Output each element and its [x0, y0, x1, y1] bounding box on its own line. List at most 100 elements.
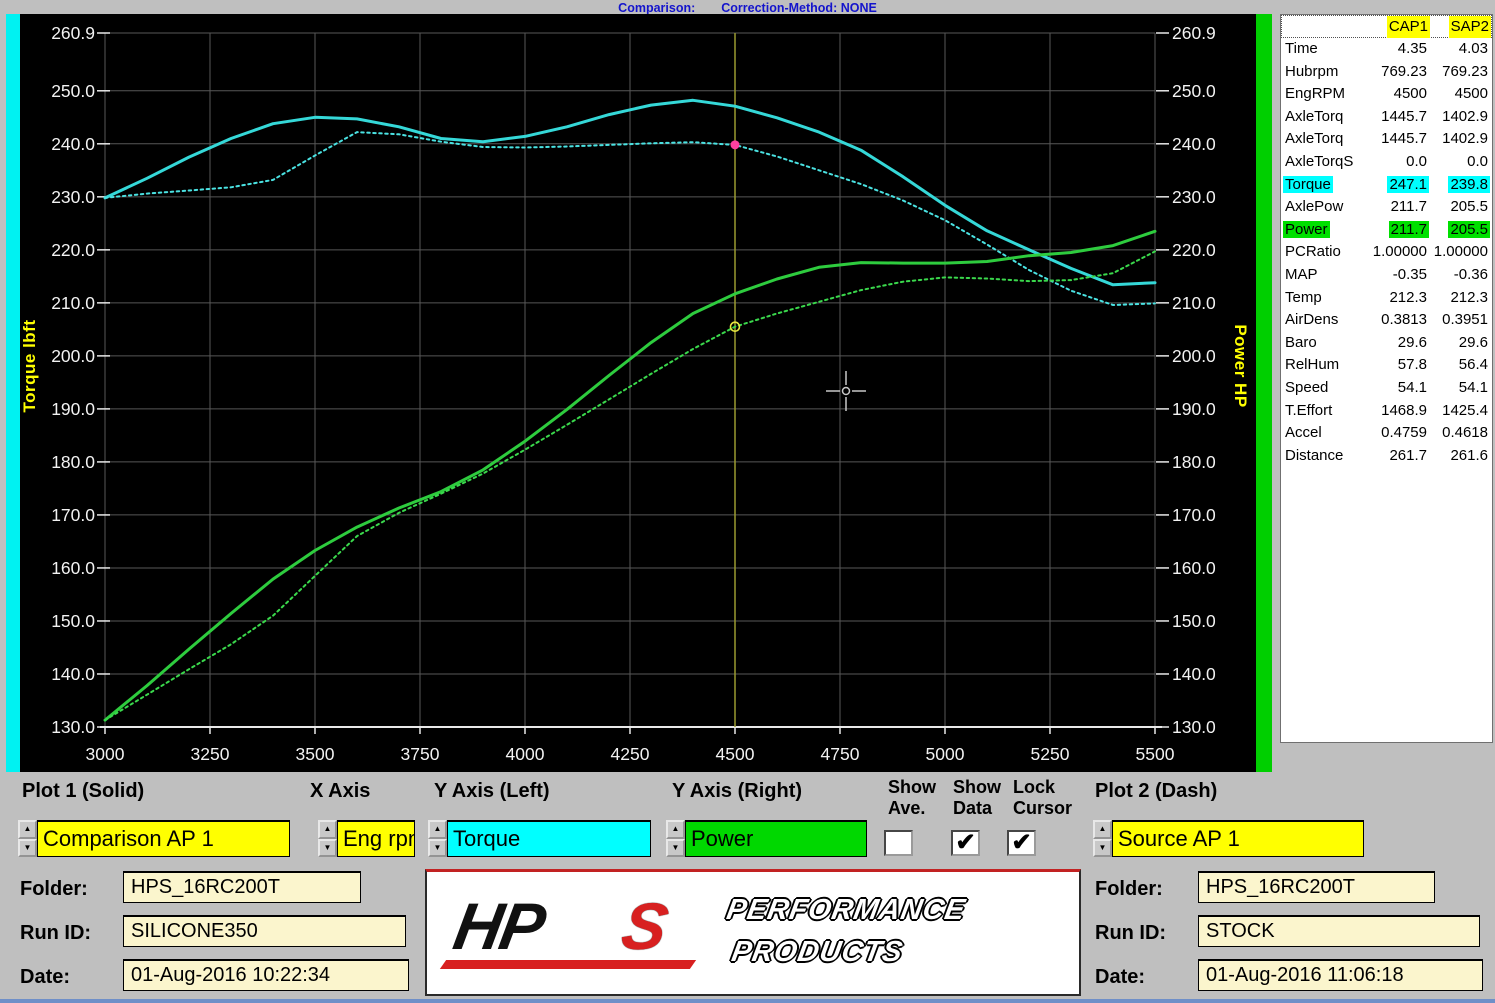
panel-row-value: 56.4	[1429, 354, 1490, 377]
yaxis-right-selector: ▲ ▼ Power	[666, 820, 867, 857]
panel-row-value: 0.0	[1429, 151, 1490, 174]
runid-field-right[interactable]: STOCK	[1198, 915, 1480, 947]
panel-row-value: 1.00000	[1429, 241, 1490, 264]
panel-row-value: 0.0	[1365, 151, 1429, 174]
folder-field-right[interactable]: HPS_16RC200T	[1198, 871, 1435, 903]
panel-row-value: 1445.7	[1365, 128, 1429, 151]
panel-row: Baro29.629.6	[1281, 332, 1492, 355]
y-tick-label-right: 260.9	[1172, 23, 1216, 43]
x-tick-label: 3500	[296, 744, 335, 764]
plot1-field[interactable]: Comparison AP 1	[37, 820, 290, 857]
yaxis-right-field[interactable]: Power	[685, 820, 867, 857]
spinner-down-icon[interactable]: ▼	[318, 839, 337, 858]
panel-row-label: EngRPM	[1281, 83, 1365, 106]
panel-row: RelHum57.856.4	[1281, 354, 1492, 377]
panel-row-value: 1425.4	[1429, 400, 1490, 423]
panel-header-blank	[1282, 16, 1366, 38]
y-tick-label-left: 140.0	[51, 664, 95, 684]
x-tick-label: 5000	[926, 744, 965, 764]
plot2-spinner: ▲ ▼	[1093, 820, 1112, 857]
panel-row: Torque247.1239.8	[1281, 174, 1492, 197]
spinner-down-icon[interactable]: ▼	[428, 839, 447, 858]
spinner-down-icon[interactable]: ▼	[18, 839, 37, 858]
show-data-checkbox[interactable]: ✔	[951, 830, 980, 856]
spinner-up-icon[interactable]: ▲	[428, 820, 447, 839]
y-tick-label-right: 150.0	[1172, 611, 1216, 631]
runid-field-left[interactable]: SILICONE350	[123, 915, 406, 947]
panel-row-value: 0.4618	[1429, 422, 1490, 445]
runid-label-left: Run ID:	[20, 922, 91, 945]
title-bar: Comparison: Correction-Method: NONE	[0, 0, 1495, 15]
window-bottom-edge	[0, 999, 1495, 1003]
spinner-up-icon[interactable]: ▲	[666, 820, 685, 839]
y-tick-label-left: 210.0	[51, 293, 95, 313]
panel-header-cap1: CAP1	[1387, 16, 1430, 38]
panel-row-value: 1445.7	[1365, 106, 1429, 129]
spinner-down-icon[interactable]: ▼	[1093, 839, 1112, 858]
panel-row: MAP-0.35-0.36	[1281, 264, 1492, 287]
panel-row-value: 212.3	[1365, 287, 1429, 310]
hps-logo: HP S PERFORMANCE PRODUCTS	[425, 869, 1081, 996]
y-tick-label-left: 150.0	[51, 611, 95, 631]
panel-row: Speed54.154.1	[1281, 377, 1492, 400]
y-tick-label-right: 250.0	[1172, 81, 1216, 101]
spinner-down-icon[interactable]: ▼	[666, 839, 685, 858]
y-tick-label-left: 170.0	[51, 505, 95, 525]
x-tick-label: 4500	[716, 744, 755, 764]
panel-row: AxleTorqS0.00.0	[1281, 151, 1492, 174]
panel-row-label: RelHum	[1281, 354, 1365, 377]
spinner-up-icon[interactable]: ▲	[318, 820, 337, 839]
show-data-label: ShowData	[953, 777, 1001, 819]
yaxis-left-spinner: ▲ ▼	[428, 820, 447, 857]
panel-row-value: 0.4759	[1365, 422, 1429, 445]
hps-logo-hp-text: HP	[448, 888, 549, 964]
date-field-left[interactable]: 01-Aug-2016 10:22:34	[123, 959, 409, 991]
y-tick-label-left: 180.0	[51, 452, 95, 472]
panel-row-label: Temp	[1281, 287, 1365, 310]
panel-row-value: 54.1	[1365, 377, 1429, 400]
panel-row-label: Baro	[1281, 332, 1365, 355]
panel-row-value: 4500	[1429, 83, 1490, 106]
panel-row-label: PCRatio	[1281, 241, 1365, 264]
panel-row-value: 211.7	[1365, 219, 1429, 242]
comparison-title: Comparison:	[618, 1, 695, 15]
panel-row: Distance261.7261.6	[1281, 445, 1492, 468]
y-tick-label-left: 250.0	[51, 81, 95, 101]
y-tick-label-right: 220.0	[1172, 240, 1216, 260]
dyno-chart[interactable]: 3000325035003750400042504500475050005250…	[0, 14, 1275, 772]
panel-header-sap2: SAP2	[1449, 16, 1491, 38]
correction-method-title: Correction-Method: NONE	[721, 1, 877, 15]
x-tick-label: 3250	[191, 744, 230, 764]
panel-row-label: AxlePow	[1281, 196, 1365, 219]
cursor-torque-marker	[731, 140, 740, 149]
panel-row-value: 247.1	[1365, 174, 1429, 197]
panel-row-label: Speed	[1281, 377, 1365, 400]
xaxis-label: X Axis	[310, 780, 370, 803]
panel-row-value: 0.3951	[1429, 309, 1490, 332]
plot2-field[interactable]: Source AP 1	[1112, 820, 1364, 857]
show-ave-label: ShowAve.	[888, 777, 936, 819]
panel-row-value: 1468.9	[1365, 400, 1429, 423]
panel-row-value: 4.03	[1429, 38, 1490, 61]
yaxis-left-field[interactable]: Torque	[447, 820, 651, 857]
y-tick-label-right: 160.0	[1172, 558, 1216, 578]
xaxis-field[interactable]: Eng rpm	[337, 820, 415, 857]
x-tick-label: 3000	[86, 744, 125, 764]
panel-row: Time4.354.03	[1281, 38, 1492, 61]
panel-header-row: CAP1 SAP2	[1281, 15, 1492, 38]
spinner-up-icon[interactable]: ▲	[1093, 820, 1112, 839]
spinner-up-icon[interactable]: ▲	[18, 820, 37, 839]
date-label-right: Date:	[1095, 966, 1145, 989]
date-field-right[interactable]: 01-Aug-2016 11:06:18	[1198, 959, 1483, 991]
panel-row: AxleTorq1445.71402.9	[1281, 106, 1492, 129]
yaxis-left-label: Y Axis (Left)	[434, 780, 550, 803]
y-tick-label-right: 240.0	[1172, 134, 1216, 154]
plot2-selector: ▲ ▼ Source AP 1	[1093, 820, 1364, 857]
folder-field-left[interactable]: HPS_16RC200T	[123, 871, 361, 903]
panel-row: EngRPM45004500	[1281, 83, 1492, 106]
panel-row: Power211.7205.5	[1281, 219, 1492, 242]
mouse-crosshair-icon	[826, 371, 866, 411]
x-tick-label: 4750	[821, 744, 860, 764]
show-ave-checkbox[interactable]	[884, 830, 913, 856]
lock-cursor-checkbox[interactable]: ✔	[1007, 830, 1036, 856]
